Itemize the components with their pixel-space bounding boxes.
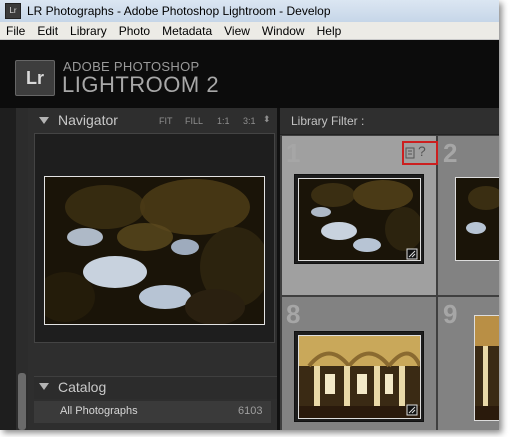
zoom-1-1[interactable]: 1:1 [217,116,230,126]
grid-cell-number: 9 [443,299,458,329]
brand-line-2: LIGHTROOM 2 [62,72,220,97]
menu-photo[interactable]: Photo [113,24,156,38]
grid-cell-number: 2 [443,138,458,168]
catalog-collapse-icon[interactable] [39,383,49,390]
zoom-3-1[interactable]: 3:1 [243,116,256,126]
menu-library[interactable]: Library [64,24,113,38]
lr-logo: Lr [15,60,55,96]
zoom-fill[interactable]: FILL [185,116,203,126]
updown-arrow-icon[interactable]: ⬍ [263,114,271,125]
church-interior-thumb [475,316,499,420]
thumbnail-image-1[interactable] [298,178,421,261]
thumbnail-image-8[interactable] [298,335,421,419]
develop-adjusted-badge-icon[interactable] [406,403,418,416]
zoom-fit[interactable]: FIT [159,116,173,126]
lightroom-app-icon[interactable]: Lr [5,3,21,19]
menu-bar: File Edit Library Photo Metadata View Wi… [0,22,499,40]
callout-highlight-box [402,141,438,165]
menu-metadata[interactable]: Metadata [156,24,218,38]
grid-cell-number: 1 [286,138,301,168]
church-interior-thumb [299,336,420,418]
catalog-row-count: 6103 [238,405,263,417]
left-panel-edge [0,108,16,430]
lightroom-window: Lr LR Photographs - Adobe Photoshop Ligh… [0,0,499,430]
thumbnail-image-2[interactable] [455,177,499,261]
menu-edit[interactable]: Edit [31,24,64,38]
menu-view[interactable]: View [218,24,256,38]
tree-canopy-thumb [456,178,499,260]
library-filter-label: Library Filter : [291,114,365,128]
title-bar: Lr LR Photographs - Adobe Photoshop Ligh… [0,0,499,22]
menu-file[interactable]: File [0,24,31,38]
develop-adjusted-badge-icon[interactable] [406,247,418,260]
left-panel-scroll-thumb[interactable] [18,373,26,430]
navigator-collapse-icon[interactable] [39,117,49,124]
tree-canopy-image [45,177,264,324]
tree-canopy-thumb [299,179,420,260]
grid-cell-number: 8 [286,299,301,329]
window-title: LR Photographs - Adobe Photoshop Lightro… [27,4,331,18]
navigator-title: Navigator [58,112,118,128]
menu-help[interactable]: Help [311,24,348,38]
thumbnail-image-9[interactable] [474,315,499,421]
catalog-row-label: All Photographs [60,405,138,417]
navigator-preview-image[interactable] [44,176,265,325]
menu-window[interactable]: Window [256,24,311,38]
catalog-title: Catalog [58,379,107,395]
